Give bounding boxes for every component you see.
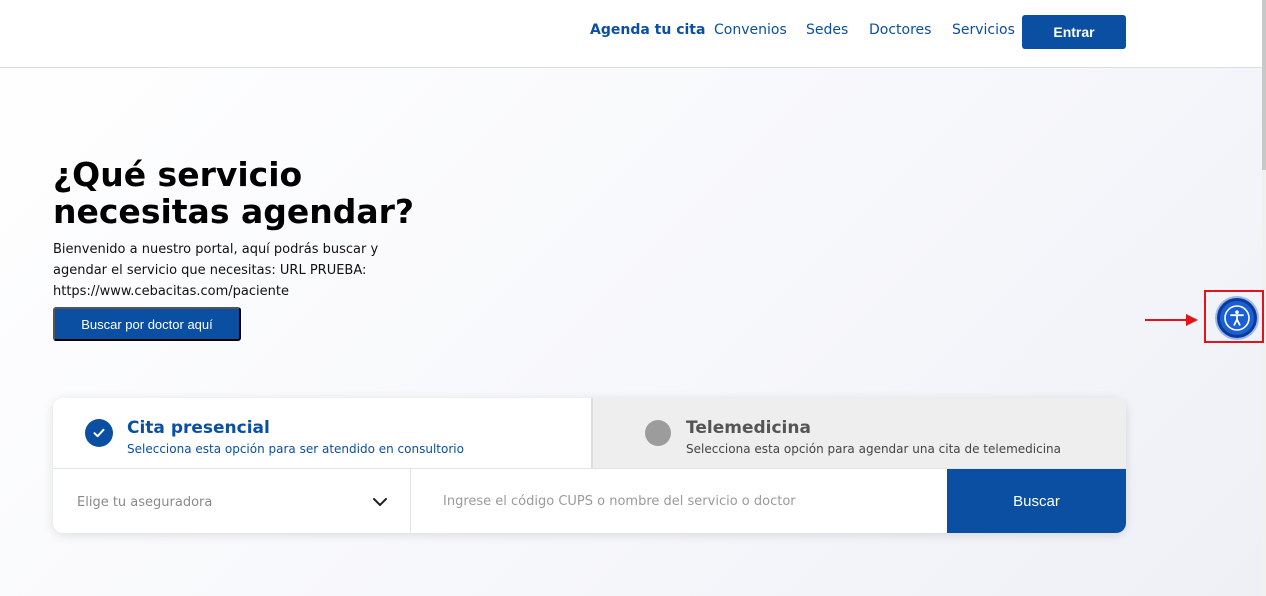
annotation-arrow-head (1186, 314, 1198, 326)
insurer-select[interactable]: Elige tu aseguradora (53, 469, 411, 533)
tab-presencial-subtitle: Selecciona esta opción para ser atendido… (127, 442, 464, 456)
nav-link-doctores[interactable]: Doctores (869, 22, 931, 38)
page-title-line-2: necesitas agendar? (53, 192, 415, 231)
chevron-down-icon (373, 498, 387, 506)
tab-telemedicina-subtitle: Selecciona esta opción para agendar una … (686, 442, 1061, 456)
nav-link-agenda-tu-cita[interactable]: Agenda tu cita (590, 22, 705, 38)
insurer-select-label: Elige tu aseguradora (77, 495, 213, 510)
login-button[interactable]: Entrar (1022, 15, 1126, 49)
page-title: ¿Qué servicio necesitas agendar? (53, 156, 433, 230)
accessibility-button[interactable] (1217, 298, 1257, 338)
tab-unselected-indicator (645, 420, 671, 446)
search-button[interactable]: Buscar (947, 469, 1126, 533)
search-by-doctor-button[interactable]: Buscar por doctor aquí (53, 307, 241, 341)
scrollbar-thumb[interactable] (1262, 0, 1266, 170)
check-icon (93, 428, 105, 438)
tab-telemedicina[interactable]: Telemedicina Selecciona esta opción para… (591, 398, 1126, 468)
top-navbar: Agenda tu cita Convenios Sedes Doctores … (0, 0, 1262, 68)
service-search-input[interactable] (412, 469, 947, 533)
welcome-text: Bienvenido a nuestro portal, aquí podrás… (53, 242, 379, 299)
tab-telemedicina-title: Telemedicina (686, 418, 811, 438)
search-row: Elige tu aseguradora Buscar (53, 468, 1126, 533)
tab-selected-indicator (85, 419, 113, 447)
nav-link-sedes[interactable]: Sedes (806, 22, 848, 38)
accessibility-icon (1224, 305, 1250, 331)
search-panel: Cita presencial Selecciona esta opción p… (53, 398, 1126, 533)
page-title-line-1: ¿Qué servicio (53, 155, 303, 194)
tab-presencial-title: Cita presencial (127, 418, 270, 438)
nav-link-convenios[interactable]: Convenios (714, 22, 787, 38)
nav-link-servicios[interactable]: Servicios (952, 22, 1015, 38)
tab-cita-presencial[interactable]: Cita presencial Selecciona esta opción p… (53, 398, 591, 468)
